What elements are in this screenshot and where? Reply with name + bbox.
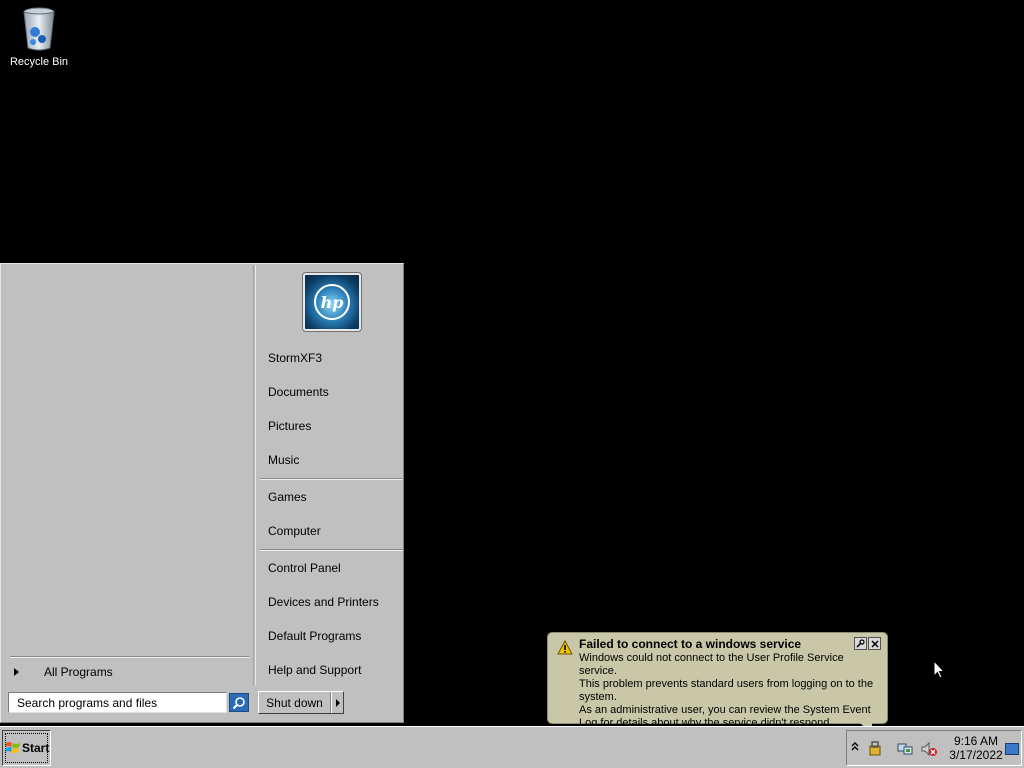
search-button[interactable]	[229, 693, 249, 712]
start-menu-places-pane: hp StormXF3 Documents Pictures Music Gam…	[255, 265, 403, 685]
search-icon	[232, 696, 245, 709]
action-center-flag-icon[interactable]	[867, 741, 883, 757]
shutdown-label: Shut down	[259, 692, 331, 713]
volume-muted-icon[interactable]	[921, 741, 937, 757]
start-label: Start	[22, 741, 50, 755]
search-input[interactable]: Search programs and files	[8, 692, 227, 713]
start-menu-programs-pane: All Programs	[2, 265, 254, 685]
mouse-pointer-icon	[933, 660, 945, 679]
menu-item-devices-and-printers[interactable]: Devices and Printers	[268, 593, 398, 611]
menu-item-documents[interactable]: Documents	[268, 383, 398, 401]
windows-logo-icon	[5, 742, 20, 753]
chevron-up-icon	[851, 742, 859, 751]
menu-item-music[interactable]: Music	[268, 451, 398, 469]
balloon-buttons	[854, 637, 881, 650]
recycle-bin-icon	[23, 7, 55, 51]
all-programs-button[interactable]: All Programs	[10, 663, 250, 681]
balloon-message-line: This problem prevents standard users fro…	[579, 678, 874, 703]
close-icon	[870, 639, 879, 648]
menu-item-pictures[interactable]: Pictures	[268, 417, 398, 435]
clock[interactable]: 9:16 AM 3/17/2022	[945, 734, 1007, 762]
user-picture[interactable]: hp	[303, 273, 361, 331]
shutdown-button[interactable]: Shut down	[258, 691, 344, 714]
menu-item-help-and-support[interactable]: Help and Support	[268, 661, 398, 679]
warning-icon	[557, 640, 573, 655]
start-button[interactable]: Start	[2, 730, 51, 766]
balloon-message: Windows could not connect to the User Pr…	[579, 652, 881, 730]
places-divider	[260, 549, 403, 551]
show-hidden-icons-button[interactable]	[851, 741, 859, 754]
programs-divider	[10, 656, 249, 658]
taskbar: Start 9:16 AM 3/17/2022	[0, 726, 1024, 768]
arrow-right-icon	[14, 668, 19, 676]
clock-time: 9:16 AM	[953, 734, 999, 748]
menu-item-default-programs[interactable]: Default Programs	[268, 627, 398, 645]
balloon-options-button[interactable]	[854, 637, 867, 650]
notification-balloon[interactable]: Failed to connect to a windows service W…	[547, 632, 888, 734]
hp-logo-icon: hp	[314, 284, 350, 320]
start-menu: All Programs hp StormXF3 Documents Pictu…	[0, 263, 404, 723]
recycle-bin-label: Recycle Bin	[9, 56, 69, 68]
start-menu-footer: Search programs and files Shut down	[2, 687, 402, 721]
desktop-icon-recycle-bin[interactable]: Recycle Bin	[6, 6, 72, 68]
all-programs-label: All Programs	[44, 665, 113, 679]
clock-date: 3/17/2022	[949, 748, 1003, 762]
show-desktop-button[interactable]	[1005, 743, 1019, 755]
balloon-close-button[interactable]	[868, 637, 881, 650]
menu-item-control-panel[interactable]: Control Panel	[268, 559, 398, 577]
wrench-icon	[856, 639, 865, 648]
arrow-right-icon	[335, 698, 340, 707]
places-divider	[260, 478, 403, 480]
shutdown-options-button[interactable]	[331, 692, 343, 713]
menu-item-user-folder[interactable]: StormXF3	[268, 349, 398, 367]
network-icon[interactable]	[897, 741, 913, 757]
balloon-message-line: Windows could not connect to the User Pr…	[579, 652, 844, 677]
menu-item-computer[interactable]: Computer	[268, 522, 398, 540]
notification-area: 9:16 AM 3/17/2022	[846, 730, 1022, 766]
balloon-title: Failed to connect to a windows service	[579, 637, 802, 651]
menu-item-games[interactable]: Games	[268, 488, 398, 506]
